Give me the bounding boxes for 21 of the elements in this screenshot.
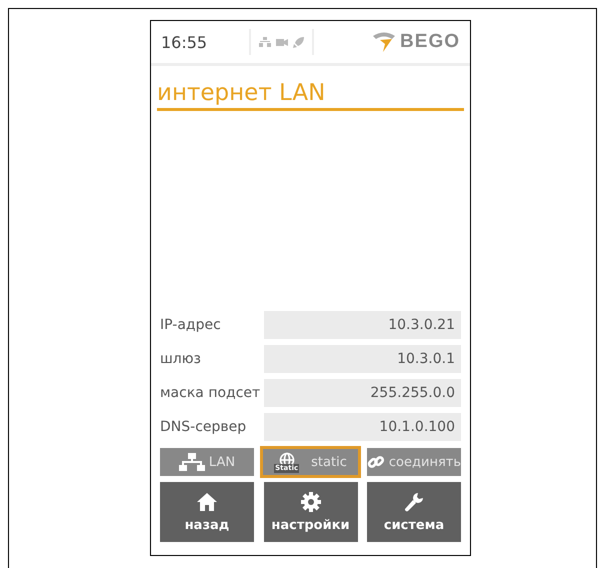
value-field[interactable]: 255.255.0.0 <box>264 379 461 407</box>
nav-button[interactable]: настройки <box>264 482 358 542</box>
network-icon <box>259 37 271 47</box>
clock-time: 16:55 <box>161 32 208 52</box>
value-field[interactable]: 10.3.0.1 <box>264 345 461 373</box>
video-camera-icon <box>276 38 288 46</box>
page-title: интернет LAN <box>157 66 464 111</box>
field-label: DNS-сервер <box>160 419 248 435</box>
logo-icon <box>372 31 396 53</box>
network-icon <box>178 453 205 471</box>
field-label: маска подсет <box>160 385 262 401</box>
value-field[interactable]: 10.1.0.100 <box>264 413 461 441</box>
gear-icon <box>300 492 320 512</box>
nav-button[interactable]: система <box>367 482 461 542</box>
wrench-icon <box>404 492 424 512</box>
field-label: шлюз <box>160 351 202 367</box>
logo-text: BEGO <box>400 31 460 53</box>
field-label: IP-адрес <box>160 317 222 333</box>
nav-button[interactable]: назад <box>160 482 254 542</box>
value-field[interactable]: 10.3.0.21 <box>264 311 461 339</box>
home-icon <box>196 492 218 512</box>
